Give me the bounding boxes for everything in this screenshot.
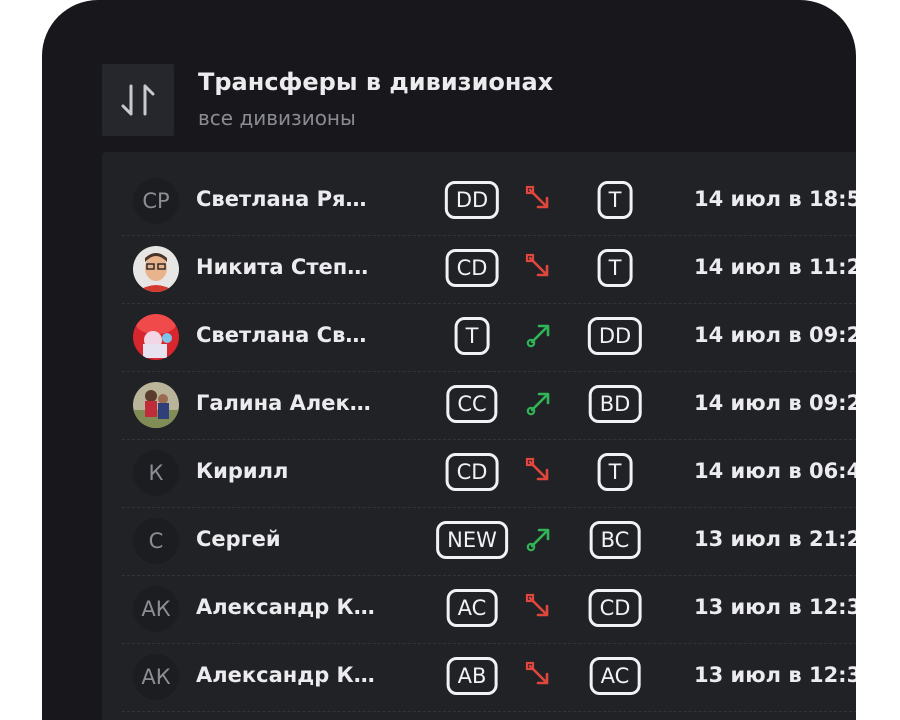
- avatar: С: [133, 518, 179, 564]
- to-division-badge: DD: [587, 317, 643, 355]
- transfer-date: 13 июл в 12:32: [694, 663, 856, 687]
- arrow-down-right-icon: [525, 253, 553, 285]
- arrow-down-right-icon: [525, 593, 553, 625]
- transfer-date: 14 июл в 06:47: [694, 459, 856, 483]
- avatar-photo: [133, 382, 179, 428]
- arrow-up-right-icon: [525, 525, 553, 557]
- transfer-date: 14 июл в 09:26: [694, 323, 856, 347]
- arrow-down-right-icon: [525, 661, 553, 693]
- page-title: Трансферы в дивизионах: [198, 68, 554, 96]
- avatar-initials: АК: [141, 665, 171, 689]
- transfer-row[interactable]: АК Александр К… AC CD 13 июл в 12:34: [122, 575, 856, 644]
- avatar: АК: [133, 586, 179, 632]
- from-division-badge: CC: [446, 385, 498, 423]
- to-division-badge: BD: [588, 385, 642, 423]
- transfer-row[interactable]: Галина Алек… CC BD 14 июл в 09:20: [122, 371, 856, 440]
- arrow-up-right-icon: [525, 321, 553, 353]
- transfer-date: 14 июл в 09:20: [694, 391, 856, 415]
- transfers-list: СР Светлана Ря… DD T 14 июл в 18:51 Никита Ст…: [102, 152, 856, 720]
- to-division-badge: T: [597, 453, 633, 491]
- avatar: СР: [133, 178, 179, 224]
- transfer-date: 13 июл в 12:34: [694, 595, 856, 619]
- to-division-badge: T: [597, 181, 633, 219]
- transfer-date: 14 июл в 11:28: [694, 255, 856, 279]
- from-division-badge: CD: [445, 249, 499, 287]
- player-name[interactable]: Светлана Св…: [196, 323, 366, 347]
- transfer-date: 14 июл в 18:51: [694, 187, 856, 211]
- avatar-photo: [133, 246, 179, 292]
- avatar: АК: [133, 654, 179, 700]
- avatar-initials: С: [148, 529, 164, 553]
- transfer-date: 13 июл в 21:22: [694, 527, 856, 551]
- player-name[interactable]: Александр К…: [196, 663, 375, 687]
- avatar: К: [133, 450, 179, 496]
- arrow-down-right-icon: [525, 185, 553, 217]
- from-division-badge: T: [454, 317, 490, 355]
- transfers-card: Трансферы в дивизионах все дивизионы СР С…: [42, 0, 856, 720]
- avatar-initials: СР: [142, 189, 170, 213]
- to-division-badge: BC: [589, 521, 641, 559]
- transfer-row[interactable]: СР Светлана Ря… DD T 14 июл в 18:51: [122, 167, 856, 236]
- transfer-row[interactable]: АК Александр К… AB AC 13 июл в 12:32: [122, 643, 856, 712]
- avatar: [133, 246, 179, 292]
- to-division-badge: T: [597, 249, 633, 287]
- from-division-badge: AC: [446, 589, 498, 627]
- to-division-badge: AC: [589, 657, 641, 695]
- from-division-badge: AB: [446, 657, 498, 695]
- avatar-photo: [133, 314, 179, 360]
- from-division-badge: NEW: [436, 521, 508, 559]
- division-filter[interactable]: все дивизионы: [198, 106, 356, 130]
- to-division-badge: CD: [588, 589, 642, 627]
- player-name[interactable]: Светлана Ря…: [196, 187, 367, 211]
- transfer-row[interactable]: Никита Степ… CD T 14 июл в 11:28: [122, 235, 856, 304]
- from-division-badge: DD: [444, 181, 500, 219]
- player-name[interactable]: Александр К…: [196, 595, 375, 619]
- avatar-initials: АК: [141, 597, 171, 621]
- transfer-row[interactable]: Светлана Св… T DD 14 июл в 09:26: [122, 303, 856, 372]
- avatar: [133, 314, 179, 360]
- transfer-row[interactable]: С Сергей NEW BC 13 июл в 21:22: [122, 507, 856, 576]
- arrow-up-right-icon: [525, 389, 553, 421]
- player-name[interactable]: Никита Степ…: [196, 255, 368, 279]
- avatar: [133, 382, 179, 428]
- from-division-badge: CD: [445, 453, 499, 491]
- avatar-initials: К: [148, 461, 164, 485]
- player-name[interactable]: Кирилл: [196, 459, 288, 483]
- arrow-down-right-icon: [525, 457, 553, 489]
- transfer-row[interactable]: К Кирилл CD T 14 июл в 06:47: [122, 439, 856, 508]
- transfer-arrows-icon: [102, 64, 174, 136]
- player-name[interactable]: Сергей: [196, 527, 281, 551]
- player-name[interactable]: Галина Алек…: [196, 391, 371, 415]
